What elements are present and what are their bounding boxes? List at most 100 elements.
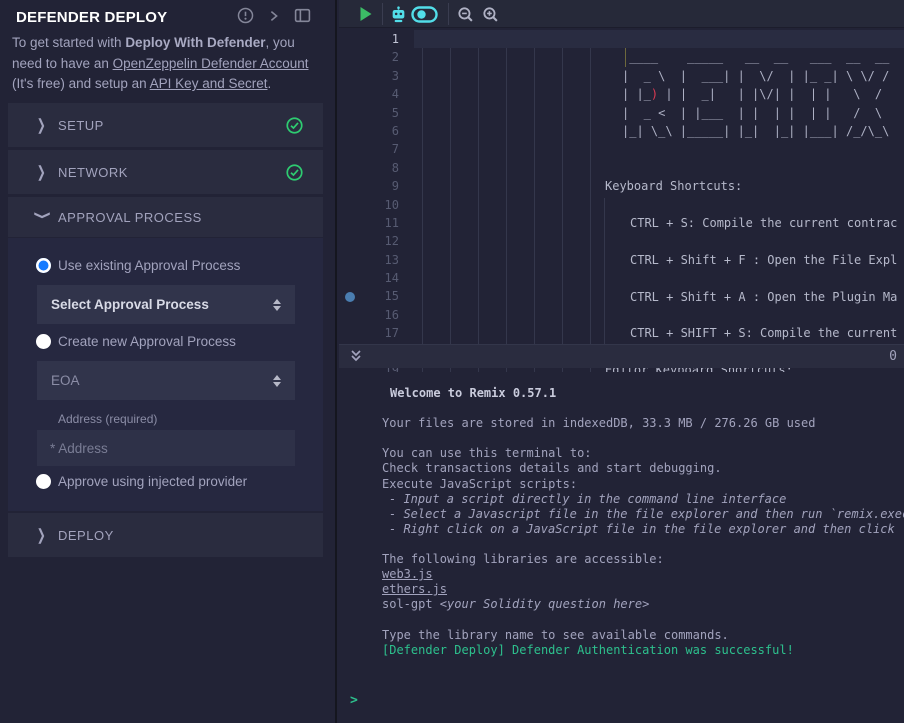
- terminal-line: [382, 612, 904, 627]
- line-number: 12: [339, 232, 399, 250]
- editor-text-line: CTRL + SHIFT + S: Compile the current: [630, 324, 897, 342]
- run-script-icon[interactable]: [355, 4, 375, 24]
- alert-circle-icon[interactable]: [237, 7, 254, 24]
- indent-guide: [506, 48, 507, 372]
- indent-guide: [478, 48, 479, 372]
- section-setup-label: SETUP: [58, 118, 104, 133]
- editor-text-line: CTRL + Shift + A : Open the Plugin Ma: [630, 288, 897, 306]
- line-number: 1: [339, 30, 399, 48]
- editor-text-line: CTRL + Shift + F : Open the File Expl: [630, 251, 897, 269]
- line-number: 7: [339, 140, 399, 158]
- terminal-text: You can use this terminal to:: [382, 446, 592, 460]
- editor-text-line: CTRL + S: Compile the current contrac: [630, 214, 897, 232]
- approval-process-select[interactable]: Select Approval Process: [37, 285, 295, 324]
- address-input[interactable]: [37, 430, 295, 466]
- terminal-text: - Right click on a JavaScript file in th…: [389, 522, 904, 536]
- check-circle-icon: [286, 164, 303, 181]
- intro-text-segment: (It's free) and setup an: [12, 76, 150, 91]
- line-number: 11: [339, 214, 399, 232]
- terminal-text: Your files are stored in indexedDB, 33.3…: [382, 416, 815, 430]
- split-view-icon[interactable]: [294, 7, 311, 24]
- intro-text-segment: To get started with: [12, 35, 125, 50]
- approval-type-select[interactable]: EOA: [37, 361, 295, 400]
- address-field-label: Address (required): [58, 412, 157, 426]
- terminal-text: - Select a Javascript file in the file e…: [389, 507, 904, 521]
- panel-header: DEFENDER DEPLOY: [16, 5, 325, 29]
- radio-injected-provider[interactable]: [36, 474, 51, 489]
- section-network[interactable]: ❯ NETWORK: [8, 150, 323, 194]
- terminal-line: [382, 537, 904, 552]
- terminal-text: - Input a script directly in the command…: [389, 492, 786, 506]
- radio-use-existing[interactable]: [36, 258, 51, 273]
- radio-injected-provider-label: Approve using injected provider: [58, 474, 247, 490]
- current-line-highlight: [414, 30, 904, 48]
- approval-process-content: Use existing Approval Process Select App…: [8, 237, 323, 511]
- zoom-out-icon[interactable]: [455, 4, 475, 24]
- indent-guide: [604, 198, 605, 363]
- terminal-line: •ethers.js: [382, 582, 904, 597]
- terminal-output[interactable]: Welcome to Remix 0.57.1 Your files are st…: [382, 368, 904, 723]
- indent-guide: [562, 48, 563, 372]
- breakpoint-dot[interactable]: [345, 292, 355, 302]
- chevron-right-icon: ❯: [37, 526, 50, 544]
- line-number: 6: [339, 122, 399, 140]
- terminal-text: sol-gpt: [382, 597, 440, 611]
- terminal-line: •sol-gpt <your Solidity question here>: [382, 597, 904, 612]
- section-approval-process[interactable]: ❯ APPROVAL PROCESS: [8, 197, 323, 237]
- approval-type-select-value: EOA: [51, 373, 80, 388]
- transaction-count-badge: 0: [889, 349, 897, 364]
- terminal-line: •Check transactions details and start de…: [382, 461, 904, 476]
- line-number: 9: [339, 177, 399, 195]
- section-network-label: NETWORK: [58, 165, 128, 180]
- line-number: 8: [339, 159, 399, 177]
- indent-guide: [450, 48, 451, 372]
- intro-text-segment: .: [268, 76, 272, 91]
- terminal-line: You can use this terminal to:: [382, 446, 904, 461]
- line-number: 10: [339, 196, 399, 214]
- terminal-line: Your files are stored in indexedDB, 33.3…: [382, 416, 904, 431]
- editor-toolbar: [339, 0, 904, 28]
- remix-ascii-art: ____ _____ __ __ ___ __ __ | _ \ | ___| …: [622, 48, 889, 140]
- terminal-link[interactable]: web3.js: [382, 567, 433, 581]
- line-number: 3: [339, 67, 399, 85]
- terminal-prompt[interactable]: >: [350, 693, 358, 708]
- line-number: 4: [339, 85, 399, 103]
- intro-text-segment: Deploy With Defender: [125, 35, 265, 50]
- terminal-line: [382, 401, 904, 416]
- code-editor[interactable]: 12345678910111213141516171819 ____ _____…: [339, 28, 904, 372]
- chevron-right-icon: ❯: [37, 116, 50, 134]
- line-number: 16: [339, 306, 399, 324]
- terminal-text: Welcome to Remix 0.57.1: [390, 386, 556, 400]
- indent-guide: [422, 48, 423, 372]
- radio-create-new[interactable]: [36, 334, 51, 349]
- indent-guide: [534, 48, 535, 372]
- terminal-header: 0: [339, 344, 904, 368]
- toolbar-separator: [448, 3, 449, 25]
- line-number: 2: [339, 48, 399, 66]
- remix-ai-robot-icon[interactable]: [388, 4, 408, 24]
- zoom-in-icon[interactable]: [480, 4, 500, 24]
- ai-toggle-on[interactable]: [410, 4, 438, 24]
- defender-deploy-panel: DEFENDER DEPLOY To get started with Depl…: [0, 0, 337, 723]
- intro-link[interactable]: OpenZeppelin Defender Account: [113, 56, 309, 71]
- line-number: 13: [339, 251, 399, 269]
- terminal-text: Check transactions details and start deb…: [382, 461, 722, 475]
- terminal-line: - Select a Javascript file in the file e…: [389, 507, 904, 522]
- terminal-line: - Input a script directly in the command…: [389, 492, 904, 507]
- check-circle-icon: [286, 117, 303, 134]
- main-area: 12345678910111213141516171819 ____ _____…: [339, 0, 904, 723]
- terminal-text: [Defender Deploy] Defender Authenticatio…: [382, 643, 794, 657]
- section-setup[interactable]: ❯ SETUP: [8, 103, 323, 147]
- editor-text-line: Keyboard Shortcuts:: [605, 177, 742, 195]
- terminal-link[interactable]: ethers.js: [382, 582, 447, 596]
- collapse-terminal-icon[interactable]: [348, 348, 364, 370]
- line-number: 5: [339, 104, 399, 122]
- intro-link[interactable]: API Key and Secret: [150, 76, 268, 91]
- terminal-line: The following libraries are accessible:: [382, 552, 904, 567]
- section-deploy[interactable]: ❯ DEPLOY: [8, 513, 323, 557]
- terminal-line: [382, 431, 904, 446]
- chevron-right-icon[interactable]: [267, 9, 281, 23]
- terminal-text: Execute JavaScript scripts:: [382, 477, 577, 491]
- updown-arrows-icon: [273, 299, 281, 311]
- terminal-text: Type the library name to see available c…: [382, 628, 729, 642]
